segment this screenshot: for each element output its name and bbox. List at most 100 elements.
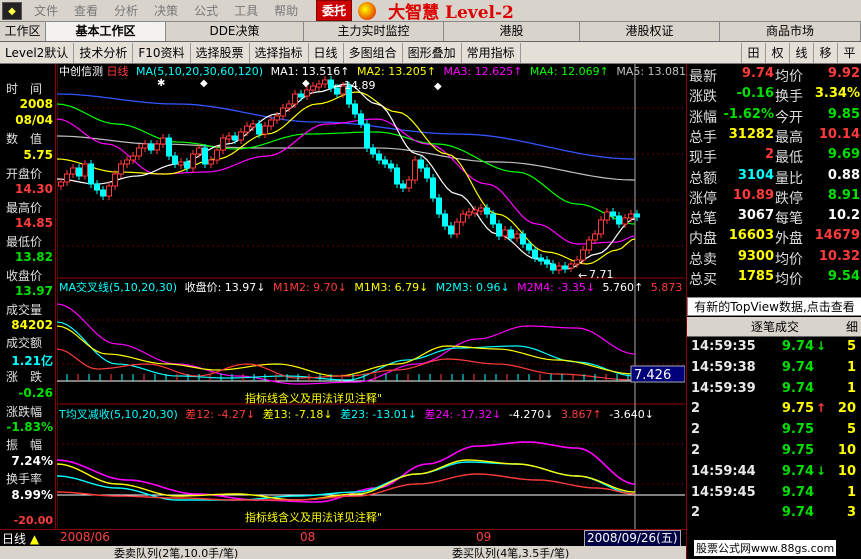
- trade-volume: 10: [837, 443, 856, 458]
- trade-row: 2 9.75 ↑ 20: [687, 401, 861, 422]
- candle-body: [496, 223, 502, 237]
- menu-analysis[interactable]: 分析: [106, 2, 146, 19]
- queue-status-bar: 委卖队列(2笔,10.0手/笔) 委买队列(4笔,3.5手/笔): [0, 546, 686, 559]
- candle-body: [124, 159, 130, 165]
- trade-volume: 20: [837, 401, 856, 417]
- candle-body: [598, 219, 604, 235]
- tab-dde-decision[interactable]: DDE决策: [166, 22, 304, 41]
- candle-body: [502, 229, 508, 237]
- trade-direction-icon: ↑: [815, 401, 826, 416]
- candle-body: [166, 137, 172, 157]
- candle-body: [220, 137, 226, 151]
- trust-button[interactable]: 委托: [316, 0, 353, 21]
- trade-row: 14:59:35 9.74 ↓ 5: [687, 339, 861, 360]
- draw-line-button[interactable]: 线: [789, 42, 813, 63]
- daily-period-button[interactable]: 日线: [309, 42, 344, 63]
- sub1-legend: MA交叉线(5,10,20,30) 收盘价: 13.97↓ M1M2: 9.70…: [59, 280, 685, 294]
- trade-volume: 5: [846, 422, 856, 438]
- candle-body: [244, 125, 250, 133]
- tab-workspace[interactable]: 工作区: [0, 22, 46, 41]
- ma-params: MA(5,10,20,30,60,120): [136, 65, 263, 78]
- trade-price: 9.74: [781, 463, 814, 479]
- flat-button[interactable]: 平: [837, 42, 861, 63]
- kline-chart-svg[interactable]: ← 14.89 ← 7.71 ✱ ◆ ◆ ◆ 中创信测 日线 MA(5,10,2…: [56, 64, 695, 529]
- value-value: 5.75: [23, 148, 53, 162]
- f10-info-button[interactable]: F10资料: [133, 42, 191, 63]
- candle-body: [628, 213, 634, 219]
- quote-value-2: 8.91: [827, 187, 860, 203]
- common-indicator-button[interactable]: 常用指标: [462, 42, 521, 63]
- trade-volume: 10: [837, 463, 856, 479]
- overlay-button[interactable]: 图形叠加: [403, 42, 462, 63]
- candle-body: [376, 153, 382, 161]
- trade-price: 9.74: [781, 339, 814, 354]
- tab-hk-stocks[interactable]: 港股: [444, 22, 580, 41]
- quote-key: 总手: [689, 129, 717, 146]
- grid-layout-icon[interactable]: 田: [741, 42, 765, 63]
- candle-body: [154, 143, 160, 151]
- menu-formula[interactable]: 公式: [186, 2, 226, 19]
- candle-body: [112, 173, 118, 187]
- quote-key-2: 均价: [775, 272, 803, 288]
- change-pct-value: -1.83%: [6, 420, 53, 434]
- buy-queue-label[interactable]: 委买队列(4笔,3.5手/笔): [452, 545, 569, 559]
- quote-value-2: 3.34%: [814, 86, 860, 102]
- candle-body: [268, 119, 274, 127]
- quote-key-2: 均价: [775, 251, 803, 268]
- quote-row: 现手 2 最低 9.69: [687, 147, 861, 167]
- menu-decision[interactable]: 决策: [146, 2, 186, 19]
- level2-default-button[interactable]: Level2默认: [0, 42, 75, 63]
- tab-commodity-market[interactable]: 商品市场: [720, 22, 861, 41]
- tab-basic-workspace[interactable]: 基本工作区: [46, 22, 166, 41]
- candle-body: [550, 263, 556, 271]
- amplitude-label: 振 幅: [6, 438, 43, 452]
- tech-analysis-button[interactable]: 技术分析: [74, 42, 134, 63]
- move-button[interactable]: 移: [813, 42, 837, 63]
- low-value: 13.82: [15, 250, 53, 264]
- sub2-legend: T均叉减收(5,10,20,30) 差12: -4.27↓ 差13: -7.18…: [58, 407, 654, 421]
- change-label: 涨 跌: [6, 370, 43, 384]
- date-tick: 08: [300, 530, 316, 544]
- candle-body: [208, 159, 214, 165]
- tab-hk-warrants[interactable]: 港股权证: [580, 22, 720, 41]
- candle-body: [580, 249, 586, 261]
- candle-body: [184, 161, 190, 169]
- candle-body: [142, 143, 148, 149]
- sub1-m1m2: M1M2: 9.70↓: [273, 281, 347, 294]
- trade-volume: 1: [846, 380, 856, 396]
- candle-body: [94, 183, 100, 191]
- multi-chart-button[interactable]: 多图组合: [344, 42, 403, 63]
- quote-key: 涨跌: [689, 89, 717, 106]
- kline-chart-area[interactable]: ← 14.89 ← 7.71 ✱ ◆ ◆ ◆ 中创信测 日线 MA(5,10,2…: [56, 64, 695, 529]
- menu-file[interactable]: 文件: [26, 2, 66, 19]
- trade-time: 2: [691, 443, 701, 458]
- menu-view[interactable]: 查看: [66, 2, 106, 19]
- menu-help[interactable]: 帮助: [266, 2, 306, 19]
- sell-queue-label[interactable]: 委卖队列(2笔,10.0手/笔): [114, 545, 238, 559]
- tab-main-force-monitor[interactable]: 主力实时监控: [304, 22, 444, 41]
- topview-notice-link[interactable]: 有新的TopView数据,点击查看: [687, 297, 861, 316]
- candle-body: [202, 147, 208, 165]
- quote-key-2: 最低: [775, 150, 803, 167]
- menu-tools[interactable]: 工具: [226, 2, 266, 19]
- select-indicator-button[interactable]: 选择指标: [250, 42, 309, 63]
- trade-direction-icon: ↓: [815, 463, 826, 478]
- quote-value: 1785: [737, 269, 774, 284]
- quote-value: 10.89: [732, 187, 774, 203]
- quote-key-2: 外盘: [775, 231, 803, 248]
- quote-value-2: 10.2: [827, 208, 860, 224]
- quote-value: 3067: [737, 208, 774, 224]
- trade-detail-toggle[interactable]: 细: [846, 317, 858, 337]
- rights-adjust-button[interactable]: 权: [765, 42, 789, 63]
- quote-value: 16603: [728, 228, 774, 244]
- candle-body: [172, 155, 178, 165]
- trade-time: 14:59:45: [691, 484, 756, 500]
- trade-price: 9.74: [781, 359, 814, 375]
- quote-key: 现手: [689, 150, 717, 167]
- quote-key-2: 每笔: [775, 211, 803, 228]
- quote-value-2: 9.54: [827, 269, 860, 284]
- workspace-tabs: 工作区 基本工作区 DDE决策 主力实时监控 港股 港股权证 商品市场: [0, 22, 861, 42]
- select-stock-button[interactable]: 选择股票: [191, 42, 250, 63]
- period-indicator[interactable]: 日线 ▲: [2, 530, 39, 547]
- sub1-axis-value: 7.426: [634, 368, 671, 383]
